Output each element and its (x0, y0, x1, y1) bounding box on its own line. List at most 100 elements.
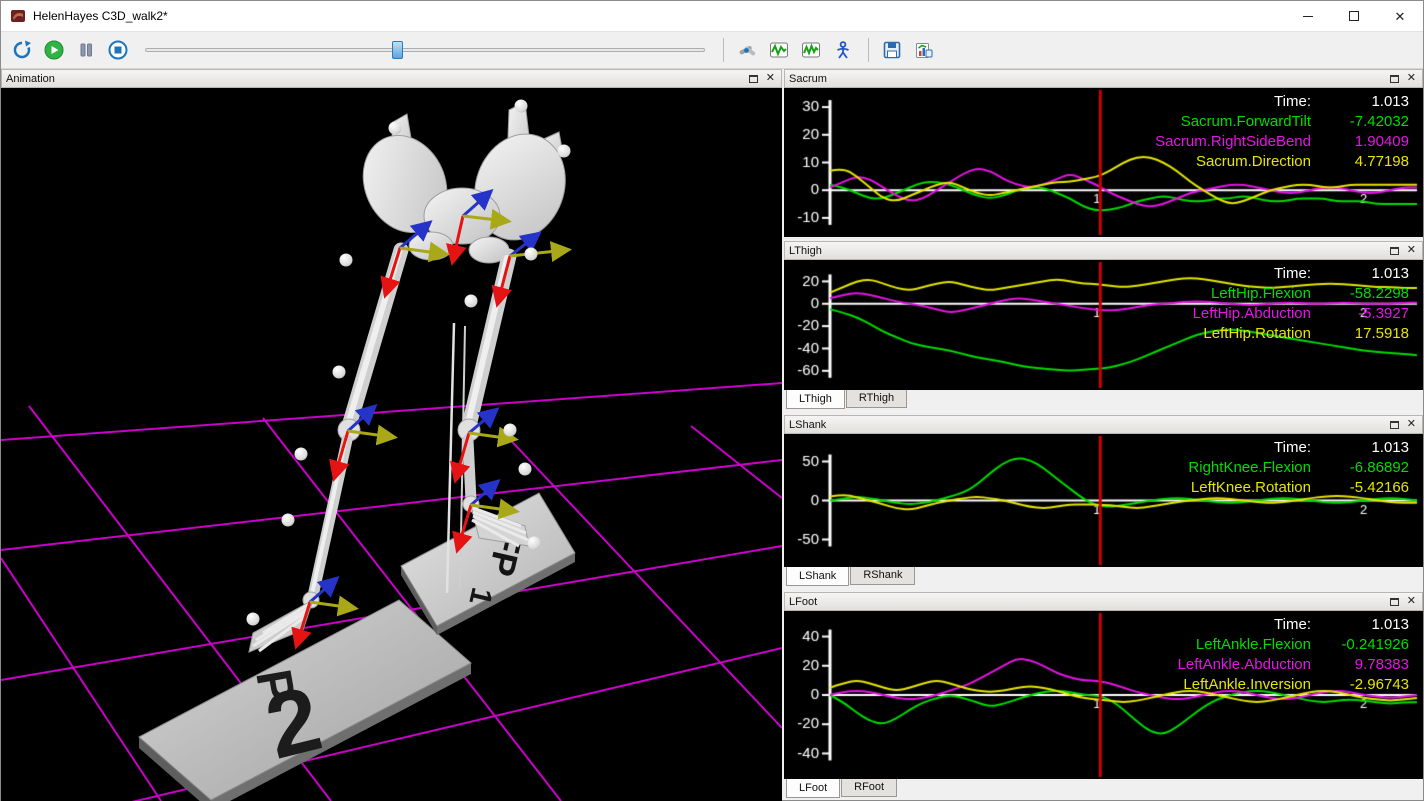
panel-animation: Animation ✕ (1, 69, 782, 800)
minimize-icon (1303, 16, 1313, 17)
legend-series-label: RightKnee.Flexion (1188, 458, 1311, 478)
play-button[interactable] (39, 36, 69, 64)
close-panel-button[interactable]: ✕ (1407, 419, 1416, 430)
joint-tool-button[interactable] (732, 36, 762, 64)
chart-legend: Time:1.013LeftHip.Flexion-58.2298LeftHip… (1193, 264, 1409, 344)
legend-series-value: 9.78383 (1319, 655, 1409, 675)
loop-button[interactable] (7, 36, 37, 64)
legend-time-value: 1.013 (1319, 615, 1409, 635)
skeleton-model-icon (833, 40, 853, 60)
tab-lfoot[interactable]: LFoot (786, 779, 840, 798)
legend-series-value: 4.77198 (1319, 152, 1409, 172)
legend-series-label: LeftHip.Flexion (1193, 284, 1311, 304)
main-area: Animation ✕ (1, 69, 1423, 800)
tab-rshank[interactable]: RShank (850, 567, 915, 585)
maximize-button[interactable] (1331, 1, 1377, 31)
joint-tool-icon (737, 40, 757, 60)
signal-graph-icon (801, 40, 821, 60)
tab-lshank[interactable]: LShank (786, 567, 849, 586)
export-report-button[interactable] (909, 36, 939, 64)
loop-icon (12, 40, 32, 60)
legend-series-value: -2.96743 (1319, 675, 1409, 695)
pause-button[interactable] (71, 36, 101, 64)
close-panel-button[interactable]: ✕ (1407, 596, 1416, 607)
stop-button[interactable] (103, 36, 133, 64)
panel-title: LFoot (789, 596, 817, 608)
tab-rthigh[interactable]: RThigh (846, 390, 907, 408)
timeline-slider[interactable] (145, 38, 705, 62)
legend-time-value: 1.013 (1319, 264, 1409, 284)
maximize-icon (1349, 11, 1359, 21)
legend-time-value: 1.013 (1319, 438, 1409, 458)
legend-time-label: Time: (1188, 438, 1311, 458)
title-bar[interactable]: HelenHayes C3D_walk2* ✕ (1, 1, 1423, 31)
toolbar-separator (723, 38, 724, 62)
legend-series-value: 17.5918 (1319, 324, 1409, 344)
signal-graph-button-2[interactable] (796, 36, 826, 64)
float-panel-button[interactable] (1390, 421, 1399, 429)
panel-lthigh: LThigh ✕ Time:1.013LeftHip.Flexion-58.22… (784, 241, 1423, 411)
save-icon (882, 40, 902, 60)
application-window: HelenHayes C3D_walk2* ✕ (0, 0, 1424, 801)
legend-series-value: -5.42166 (1319, 478, 1409, 498)
legend-series-label: Sacrum.RightSideBend (1155, 132, 1311, 152)
tab-lthigh[interactable]: LThigh (786, 390, 845, 409)
3d-scene[interactable]: P 2 FP 1 (1, 88, 782, 801)
close-panel-button[interactable]: ✕ (1407, 245, 1416, 256)
chart-column: Sacrum ✕ Time:1.013Sacrum.ForwardTilt-7.… (784, 69, 1423, 800)
signal-graph-button-1[interactable] (764, 36, 794, 64)
lfoot-chart[interactable]: Time:1.013LeftAnkle.Flexion-0.241926Left… (784, 611, 1423, 779)
float-panel-button[interactable] (749, 75, 758, 83)
lthigh-chart[interactable]: Time:1.013LeftHip.Flexion-58.2298LeftHip… (784, 260, 1423, 390)
lthigh-panel-header: LThigh ✕ (784, 241, 1423, 260)
legend-time-label: Time: (1155, 92, 1311, 112)
lshank-chart[interactable]: Time: 1.013 RightKnee.Flexion -6.86892 LeftK… (784, 434, 1423, 567)
legend-series-label: Sacrum.Direction (1155, 152, 1311, 172)
panel-lfoot: LFoot ✕ Time:1.013LeftAnkle.Flexion-0.24… (784, 592, 1423, 800)
model-button[interactable] (828, 36, 858, 64)
slider-handle[interactable] (392, 41, 403, 59)
close-icon: ✕ (1395, 10, 1406, 23)
panel-lshank: LShank ✕ Time: 1.013 RightKnee.Flexion -6.8… (784, 415, 1423, 588)
float-panel-button[interactable] (1390, 75, 1399, 83)
legend-series-value: 1.90409 (1319, 132, 1409, 152)
animation-panel-header: Animation ✕ (1, 69, 782, 88)
panel-title: LThigh (789, 245, 822, 257)
close-button[interactable]: ✕ (1377, 1, 1423, 31)
legend-series-value: -0.241926 (1319, 635, 1409, 655)
chart-legend: Time: 1.013 RightKnee.Flexion -6.86892 LeftK… (1188, 438, 1409, 498)
panel-title: Animation (6, 73, 55, 85)
save-button[interactable] (877, 36, 907, 64)
toolbar-separator (868, 38, 869, 62)
app-icon (9, 7, 27, 25)
close-panel-button[interactable]: ✕ (1407, 73, 1416, 84)
legend-time-label: Time: (1178, 615, 1311, 635)
legend-series-label: LeftHip.Rotation (1193, 324, 1311, 344)
legend-series-value: -58.2298 (1319, 284, 1409, 304)
shank-tabbar: LShank RShank (784, 567, 1423, 588)
window-title: HelenHayes C3D_walk2* (33, 9, 168, 23)
chart-legend: Time:1.013Sacrum.ForwardTilt-7.42032Sacr… (1155, 92, 1409, 172)
minimize-button[interactable] (1285, 1, 1331, 31)
3d-viewport[interactable]: P 2 FP 1 (1, 88, 782, 800)
legend-series-label: LeftAnkle.Inversion (1178, 675, 1311, 695)
main-toolbar (1, 31, 1423, 69)
panel-sacrum: Sacrum ✕ Time:1.013Sacrum.ForwardTilt-7.… (784, 69, 1423, 237)
sacrum-chart[interactable]: Time:1.013Sacrum.ForwardTilt-7.42032Sacr… (784, 88, 1423, 237)
chart-legend: Time:1.013LeftAnkle.Flexion-0.241926Left… (1178, 615, 1409, 695)
close-panel-button[interactable]: ✕ (766, 73, 775, 84)
float-panel-button[interactable] (1390, 247, 1399, 255)
legend-series-label: LeftAnkle.Abduction (1178, 655, 1311, 675)
play-icon (44, 40, 64, 60)
float-panel-button[interactable] (1390, 598, 1399, 606)
sacrum-panel-header: Sacrum ✕ (784, 69, 1423, 88)
thigh-tabbar: LThigh RThigh (784, 390, 1423, 411)
panel-title: Sacrum (789, 73, 827, 85)
legend-series-label: LeftKnee.Rotation (1188, 478, 1311, 498)
pause-icon (76, 40, 96, 60)
legend-series-value: -6.86892 (1319, 458, 1409, 478)
legend-series-label: Sacrum.ForwardTilt (1155, 112, 1311, 132)
tab-rfoot[interactable]: RFoot (841, 779, 897, 797)
export-report-icon (914, 40, 934, 60)
slider-track[interactable] (145, 48, 705, 52)
